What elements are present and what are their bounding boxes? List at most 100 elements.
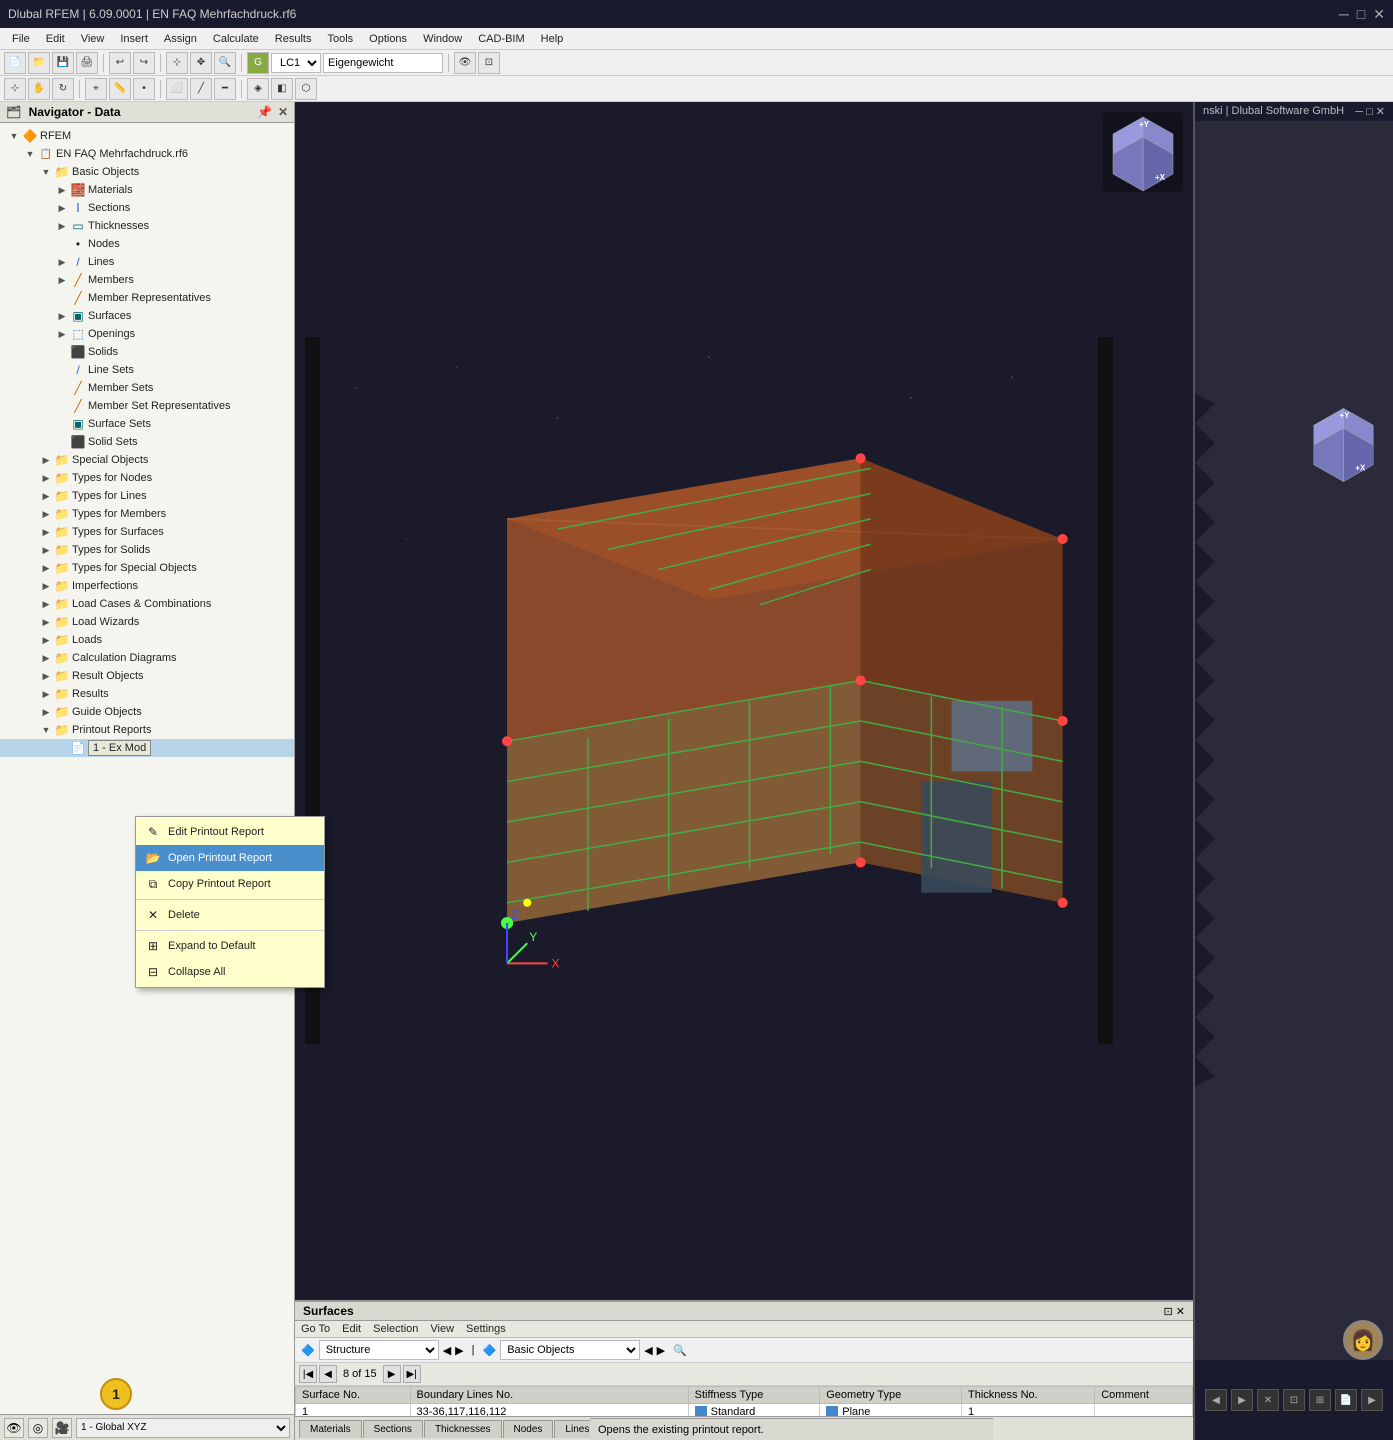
tree-project[interactable]: ▼ 📋 EN FAQ Mehrfachdruck.rf6 — [0, 145, 294, 163]
nav-pin-button[interactable]: 📌 — [257, 105, 272, 119]
line-sets-expand[interactable] — [56, 364, 68, 376]
navigator-header-controls[interactable]: 📌 ✕ — [257, 105, 288, 119]
tree-results[interactable]: ▶ 📁 Results — [0, 685, 294, 703]
rp-btn-7[interactable]: ▶ — [1361, 1389, 1383, 1411]
tree-types-nodes[interactable]: ▶ 📁 Types for Nodes — [0, 469, 294, 487]
rp-btn-3[interactable]: ✕ — [1257, 1389, 1279, 1411]
lc-name[interactable] — [323, 53, 443, 73]
tree-load-cases[interactable]: ▶ 📁 Load Cases & Combinations — [0, 595, 294, 613]
tree-line-sets[interactable]: / Line Sets — [0, 361, 294, 379]
rfem-expand[interactable]: ▼ — [8, 130, 20, 142]
tree-sections[interactable]: ▶ Ⅰ Sections — [0, 199, 294, 217]
wire-btn[interactable]: ⬡ — [295, 78, 317, 100]
render-btn[interactable]: ◈ — [247, 78, 269, 100]
menu-edit[interactable]: Edit — [38, 31, 73, 47]
table-first-btn[interactable]: |◀ — [299, 1365, 317, 1383]
tab-nodes[interactable]: Nodes — [503, 1420, 554, 1438]
tree-surfaces[interactable]: ▶ ▣ Surfaces — [0, 307, 294, 325]
filter-nav-next[interactable]: ▶ — [455, 1344, 463, 1357]
coord-system-selector[interactable]: 1 - Global XYZ — [76, 1418, 290, 1438]
table-next-btn[interactable]: ▶ — [383, 1365, 401, 1383]
node-btn[interactable]: • — [133, 78, 155, 100]
nodes-expand[interactable] — [56, 238, 68, 250]
tree-types-lines[interactable]: ▶ 📁 Types for Lines — [0, 487, 294, 505]
select-button[interactable]: ⊹ — [166, 52, 188, 74]
types-nodes-expand[interactable]: ▶ — [40, 472, 52, 484]
lines-expand[interactable]: ▶ — [56, 256, 68, 268]
menu-file[interactable]: File — [4, 31, 38, 47]
member-set-reps-expand[interactable] — [56, 400, 68, 412]
rp-btn-6[interactable]: 📄 — [1335, 1389, 1357, 1411]
undo-button[interactable]: ↩ — [109, 52, 131, 74]
tree-rfem[interactable]: ▼ 🔶 RFEM — [0, 127, 294, 145]
tree-types-members[interactable]: ▶ 📁 Types for Members — [0, 505, 294, 523]
openings-expand[interactable]: ▶ — [56, 328, 68, 340]
member-sets-expand[interactable] — [56, 382, 68, 394]
table-last-btn[interactable]: ▶| — [403, 1365, 421, 1383]
tab-thicknesses[interactable]: Thicknesses — [424, 1420, 502, 1438]
tree-imperfections[interactable]: ▶ 📁 Imperfections — [0, 577, 294, 595]
ctx-copy-printout[interactable]: ⧉ Copy Printout Report — [136, 871, 324, 897]
rp-btn-4[interactable]: ⊡ — [1283, 1389, 1305, 1411]
tree-solid-sets[interactable]: ⬛ Solid Sets — [0, 433, 294, 451]
table-prev-btn[interactable]: ◀ — [319, 1365, 337, 1383]
rotate-btn[interactable]: ↻ — [52, 78, 74, 100]
types-surfaces-expand[interactable]: ▶ — [40, 526, 52, 538]
sections-expand[interactable]: ▶ — [56, 202, 68, 214]
surface-btn[interactable]: ⬜ — [166, 78, 188, 100]
results-expand[interactable]: ▶ — [40, 688, 52, 700]
viewport[interactable]: X Y Z +X +Y — [295, 102, 1193, 1440]
menu-edit[interactable]: Edit — [342, 1323, 361, 1335]
print-button[interactable]: 🖨 — [76, 52, 98, 74]
filter-nav-next-2[interactable]: ▶ — [657, 1344, 665, 1357]
close-button[interactable]: ✕ — [1373, 6, 1385, 23]
panel-close-btn[interactable]: ✕ — [1176, 1306, 1185, 1318]
tree-guide-objects[interactable]: ▶ 📁 Guide Objects — [0, 703, 294, 721]
minimize-button[interactable]: ─ — [1339, 6, 1349, 23]
result-objects-expand[interactable]: ▶ — [40, 670, 52, 682]
line-btn[interactable]: ╱ — [190, 78, 212, 100]
solids-expand[interactable] — [56, 346, 68, 358]
calc-expand[interactable]: ▶ — [40, 652, 52, 664]
menu-calculate[interactable]: Calculate — [205, 31, 267, 47]
loads-expand[interactable]: ▶ — [40, 634, 52, 646]
solid-sets-expand[interactable] — [56, 436, 68, 448]
tree-special-objects[interactable]: ▶ 📁 Special Objects — [0, 451, 294, 469]
tree-surface-sets[interactable]: ▣ Surface Sets — [0, 415, 294, 433]
tab-materials[interactable]: Materials — [299, 1420, 362, 1438]
special-expand[interactable]: ▶ — [40, 454, 52, 466]
move-button[interactable]: ✥ — [190, 52, 212, 74]
snap-btn[interactable]: ⌖ — [85, 78, 107, 100]
menu-window[interactable]: Window — [415, 31, 470, 47]
rp-maximize[interactable]: □ — [1366, 106, 1373, 118]
new-button[interactable]: 📄 — [4, 52, 26, 74]
surfaces-expand[interactable]: ▶ — [56, 310, 68, 322]
tab-sections[interactable]: Sections — [363, 1420, 423, 1438]
menu-goto[interactable]: Go To — [301, 1323, 330, 1335]
rp-btn-5[interactable]: ⊞ — [1309, 1389, 1331, 1411]
rp-minimize[interactable]: ─ — [1355, 106, 1363, 118]
members-expand[interactable]: ▶ — [56, 274, 68, 286]
nav-mode-btn-3[interactable]: 🎥 — [52, 1418, 72, 1438]
tree-calc-diagrams[interactable]: ▶ 📁 Calculation Diagrams — [0, 649, 294, 667]
panel-float-btn[interactable]: ⊡ — [1164, 1306, 1173, 1318]
menu-tools[interactable]: Tools — [319, 31, 361, 47]
filter-nav-prev[interactable]: ◀ — [443, 1344, 451, 1357]
menu-settings[interactable]: Settings — [466, 1323, 506, 1335]
measure-btn[interactable]: 📏 — [109, 78, 131, 100]
surface-sets-expand[interactable] — [56, 418, 68, 430]
tree-materials[interactable]: ▶ 🧱 Materials — [0, 181, 294, 199]
tree-lines[interactable]: ▶ / Lines — [0, 253, 294, 271]
shade-btn[interactable]: ◧ — [271, 78, 293, 100]
tree-member-set-reps[interactable]: ╱ Member Set Representatives — [0, 397, 294, 415]
tree-types-solids[interactable]: ▶ 📁 Types for Solids — [0, 541, 294, 559]
tree-nodes[interactable]: • Nodes — [0, 235, 294, 253]
tree-printout-reports[interactable]: ▼ 📁 Printout Reports — [0, 721, 294, 739]
menu-options[interactable]: Options — [361, 31, 415, 47]
rp-btn-1[interactable]: ◀ — [1205, 1389, 1227, 1411]
menu-assign[interactable]: Assign — [156, 31, 205, 47]
printout-item-expand[interactable] — [56, 742, 68, 754]
tree-member-representatives[interactable]: ╱ Member Representatives — [0, 289, 294, 307]
rp-close[interactable]: ✕ — [1376, 106, 1385, 118]
select2-btn[interactable]: ⊹ — [4, 78, 26, 100]
